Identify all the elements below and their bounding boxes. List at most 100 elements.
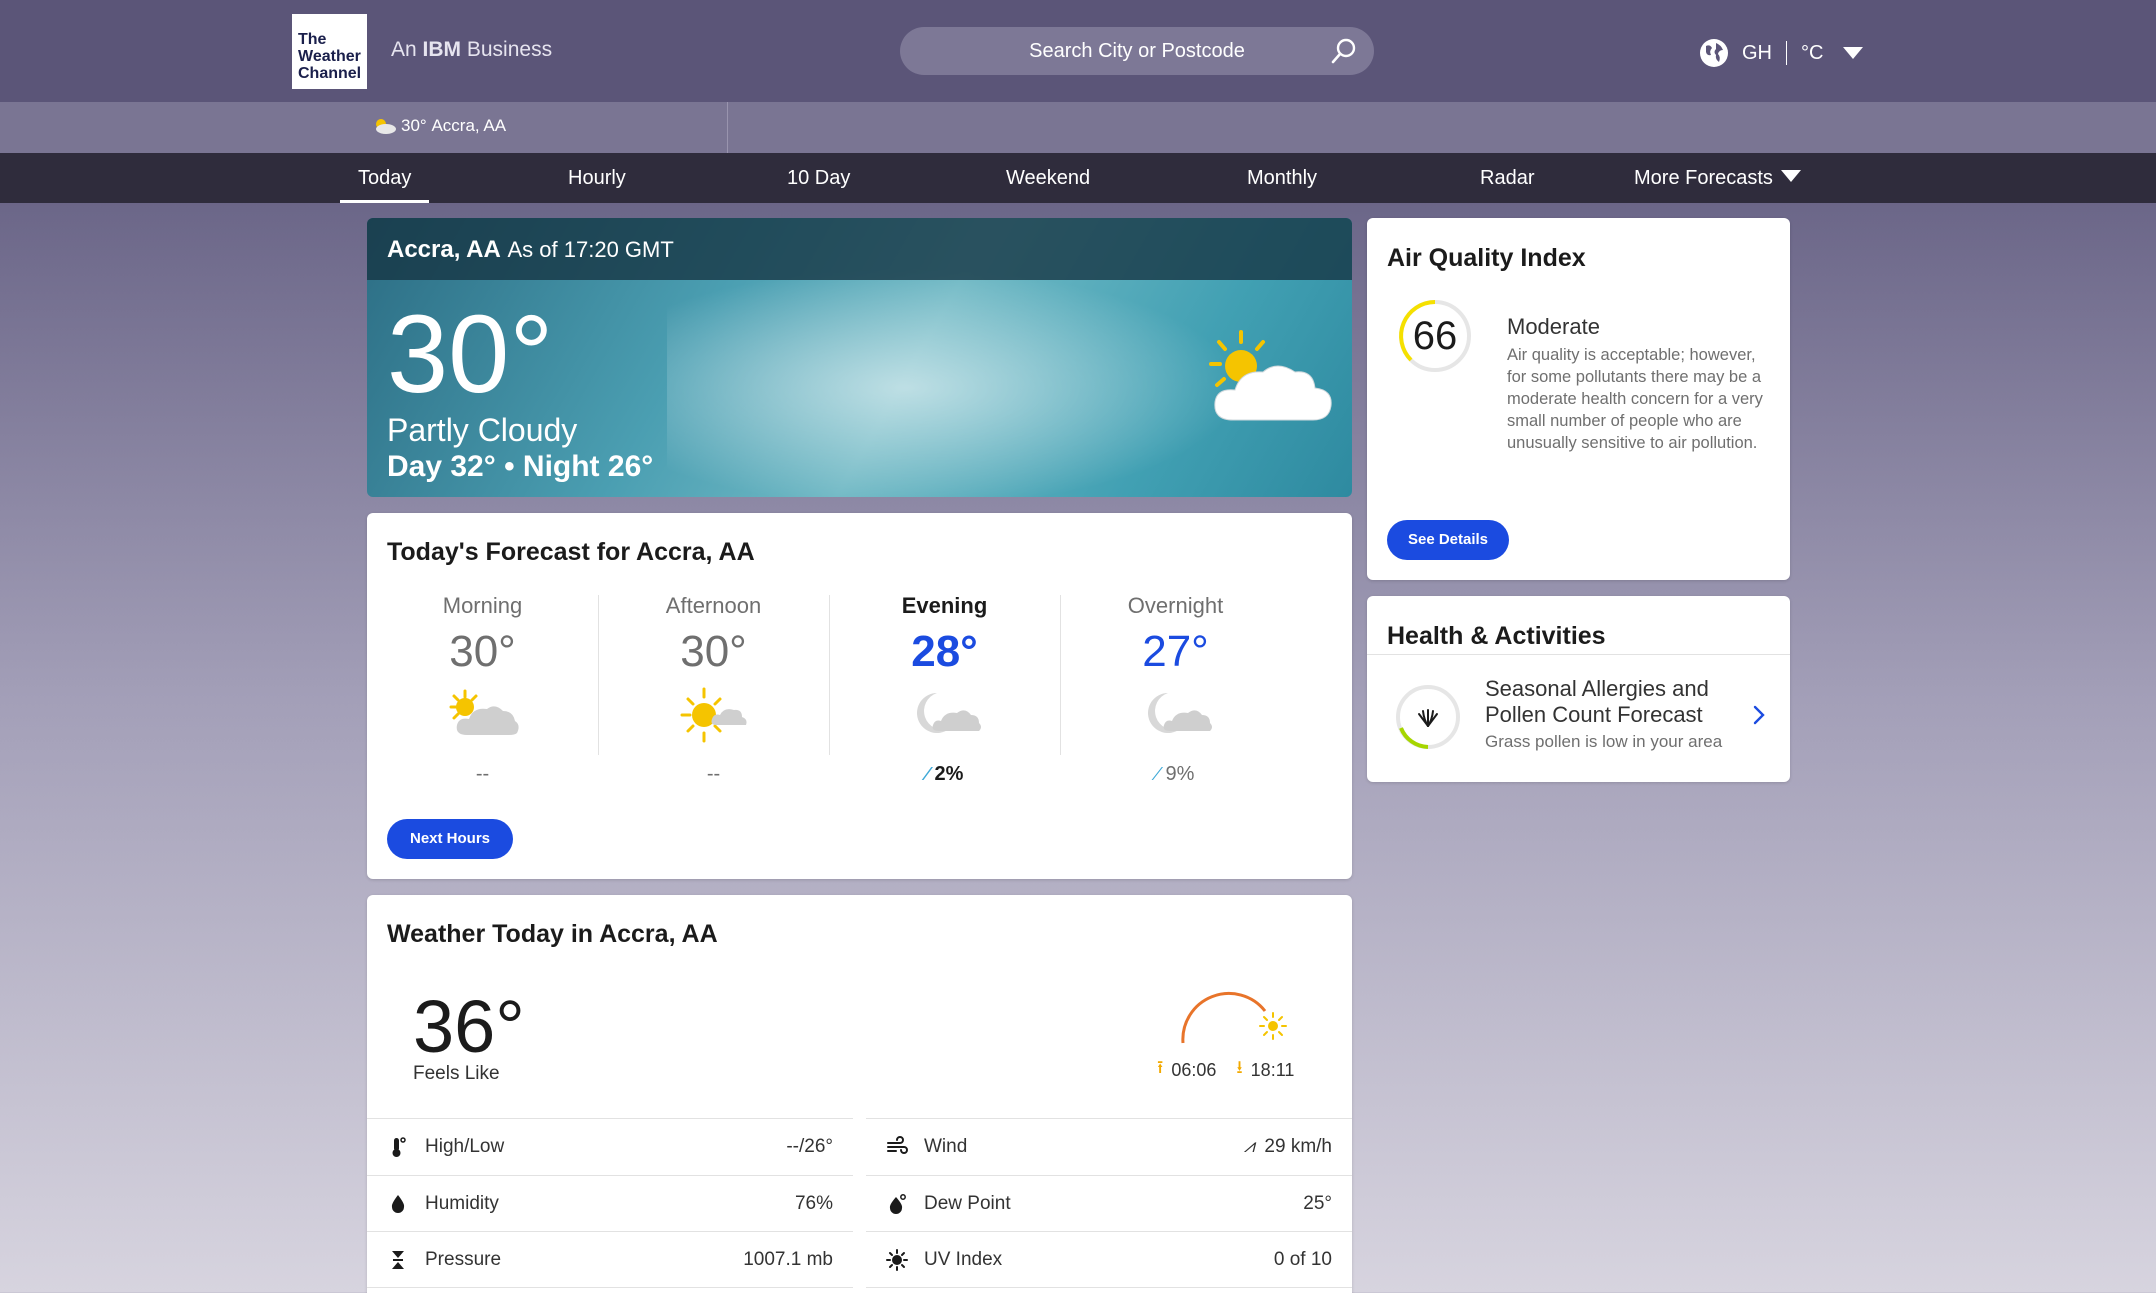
period-name: Overnight xyxy=(1127,593,1224,618)
aqi-category: Moderate xyxy=(1507,314,1600,339)
logo-line-3: Channel xyxy=(298,65,362,82)
sun-arc-icon xyxy=(1181,992,1287,1044)
sunset-icon: ⭳ xyxy=(1236,1057,1243,1077)
period-precip: -- xyxy=(706,763,721,785)
tab-weekend[interactable]: Weekend xyxy=(1006,153,1090,203)
dew-point-icon xyxy=(889,1194,906,1214)
logo-line-2: Weather xyxy=(298,48,361,65)
uv-sun-icon xyxy=(886,1249,908,1271)
aqi-title: Air Quality Index xyxy=(1387,244,1586,272)
detail-value: --/26° xyxy=(786,1136,833,1157)
forecast-nav: Today Hourly 10 Day Weekend Monthly Rada… xyxy=(0,153,2156,203)
aqi-value: 66 xyxy=(1412,314,1458,358)
partly-cloudy-day-icon xyxy=(1209,330,1332,421)
tagline-brand: IBM xyxy=(422,38,462,61)
logo-line-1: The xyxy=(298,31,327,48)
recent-location[interactable]: 30° Accra, AA xyxy=(371,116,506,136)
detail-value-row: ⩘ 29 km/h xyxy=(1244,1136,1332,1158)
period-precip: -- xyxy=(475,763,490,785)
air-quality-card: Air Quality Index 66 Moderate Air qualit… xyxy=(1367,218,1790,580)
detail-value: 1007.1 mb xyxy=(743,1249,833,1270)
next-hours-button[interactable]: Next Hours xyxy=(387,819,513,859)
weather-today-card: Weather Today in Accra, AA 36° Feels Lik… xyxy=(367,895,1352,1293)
search-input[interactable]: Search City or Postcode xyxy=(900,27,1374,75)
locale-selector[interactable]: GH °C xyxy=(1698,36,1864,70)
tab-radar[interactable]: Radar xyxy=(1480,153,1534,203)
allergy-forecast-subtitle: Grass pollen is low in your area xyxy=(1485,732,1723,751)
detail-value: 25° xyxy=(1303,1193,1332,1214)
forecast-title: Today's Forecast for Accra, AA xyxy=(387,538,755,566)
recent-location-temp: 30° xyxy=(401,116,427,135)
feels-like-temp: 36° xyxy=(413,985,525,1068)
tab-today[interactable]: Today xyxy=(339,153,430,203)
forecast-period-afternoon[interactable]: Afternoon 30° -- xyxy=(598,593,829,786)
period-temp: 28° xyxy=(911,627,978,676)
recent-location-name: Accra, AA xyxy=(431,116,507,135)
row-divider xyxy=(367,1287,853,1288)
region-code: GH xyxy=(1742,41,1772,64)
health-title: Health & Activities xyxy=(1387,622,1606,650)
feels-like-label: Feels Like xyxy=(413,1063,500,1084)
pollen-dial-icon xyxy=(1396,685,1460,749)
chevron-right-icon[interactable] xyxy=(1752,704,1766,726)
forecast-period-evening[interactable]: Evening 28° ⁄ 2% xyxy=(829,593,1060,786)
partly-cloudy-day-icon xyxy=(449,689,519,735)
unit-label: °C xyxy=(1801,41,1824,64)
forecast-period-morning[interactable]: Morning 30° -- xyxy=(367,593,598,786)
detail-value: 76% xyxy=(794,1193,833,1214)
todays-forecast-card: Today's Forecast for Accra, AA Morning 3… xyxy=(367,513,1352,879)
raindrop-icon: ⁄ xyxy=(1156,764,1160,784)
tab-hourly[interactable]: Hourly xyxy=(568,153,626,203)
aqi-description: Air quality is acceptable; however, for … xyxy=(1507,346,1763,452)
tagline-prefix: An xyxy=(391,38,417,61)
tab-more-forecasts[interactable]: More Forecasts xyxy=(1634,153,1801,203)
period-temp: 30° xyxy=(680,627,747,676)
weather-channel-logo[interactable]: The Weather Channel xyxy=(292,14,367,89)
wind-icon xyxy=(887,1136,908,1154)
more-forecasts-label: More Forecasts xyxy=(1634,167,1773,189)
allergy-forecast-link[interactable]: Seasonal Allergies and Pollen Count Fore… xyxy=(1485,676,1735,728)
detail-humidity: Humidity 76% xyxy=(387,1176,833,1232)
current-city: Accra, AA xyxy=(387,236,501,263)
health-activities-card: Health & Activities Seasonal Allergies a… xyxy=(1367,596,1790,782)
current-conditions-card: Accra, AA As of 17:20 GMT 30° Partly Clo… xyxy=(367,218,1352,497)
detail-label: High/Low xyxy=(425,1136,505,1157)
globe-icon xyxy=(1700,39,1728,67)
period-precip: 2% xyxy=(934,763,964,785)
detail-label: Pressure xyxy=(425,1249,502,1270)
search-icon[interactable] xyxy=(1330,37,1358,65)
chevron-down-icon xyxy=(1780,169,1801,182)
partly-cloudy-night-icon xyxy=(916,693,981,733)
see-details-button[interactable]: See Details xyxy=(1387,520,1509,560)
chevron-down-icon[interactable] xyxy=(1843,47,1864,59)
ibm-tagline: An IBM Business xyxy=(391,38,552,62)
period-precip-row: ⁄ 2% xyxy=(829,763,1060,786)
forecast-period-overnight[interactable]: Overnight 27° ⁄ 9% xyxy=(1060,593,1291,786)
period-name: Morning xyxy=(442,593,523,618)
detail-value: 29 km/h xyxy=(1264,1136,1332,1157)
detail-dew-point: Dew Point 25° xyxy=(886,1176,1332,1232)
detail-label: Humidity xyxy=(425,1193,499,1214)
detail-label: Wind xyxy=(924,1136,968,1157)
mostly-sunny-icon xyxy=(680,687,746,743)
sunrise-icon: ⭱ xyxy=(1157,1057,1164,1077)
sky-background xyxy=(667,258,1267,497)
tab-monthly[interactable]: Monthly xyxy=(1247,153,1317,203)
current-temp: 30° xyxy=(387,293,554,416)
tagline-suffix: Business xyxy=(466,38,553,61)
sunrise-time: 06:06 xyxy=(1171,1059,1217,1080)
detail-label: Dew Point xyxy=(924,1193,1011,1214)
weather-today-title: Weather Today in Accra, AA xyxy=(387,920,718,948)
detail-label: UV Index xyxy=(924,1249,1003,1270)
tab-10-day[interactable]: 10 Day xyxy=(787,153,850,203)
thermometer-icon xyxy=(392,1137,406,1157)
raindrop-icon: ⁄ xyxy=(925,764,929,784)
humidity-drop-icon xyxy=(391,1195,405,1213)
partly-cloudy-day-icon xyxy=(376,119,396,134)
as-of-time: As of 17:20 GMT xyxy=(507,237,674,262)
day-night-temps: Day 32° • Night 26° xyxy=(387,450,654,483)
detail-wind: Wind ⩘ 29 km/h xyxy=(886,1119,1332,1175)
detail-value: 0 of 10 xyxy=(1273,1249,1332,1270)
period-precip-row: ⁄ 9% xyxy=(1060,763,1291,786)
locale-divider xyxy=(1786,41,1787,65)
